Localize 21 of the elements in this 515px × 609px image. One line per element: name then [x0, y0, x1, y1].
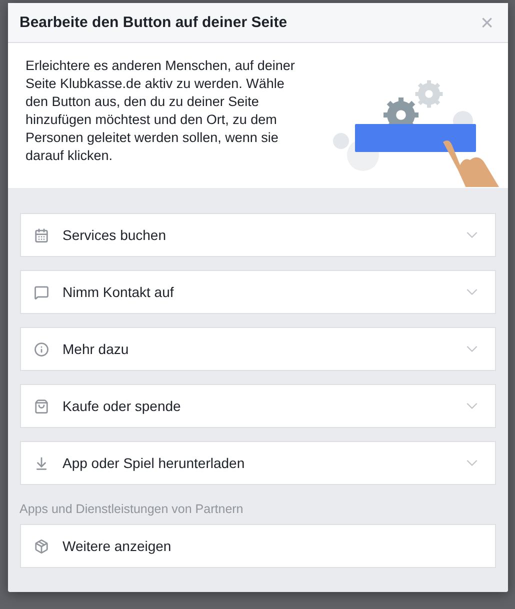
chat-icon: [34, 284, 48, 300]
intro-text: Erleichtere es anderen Menschen, auf deiner Seite Klubkasse.de aktiv zu werden. Wähle den Button aus, den du zu deiner Seite hinzufügen möchtest und den Ort, zu dem Personen geleitet werden sollen, wenn sie darauf klicken.: [26, 57, 296, 165]
option-label: Mehr dazu: [62, 341, 130, 357]
option-row[interactable]: App oder Spiel herunterladen: [20, 441, 496, 485]
info-icon: [34, 342, 48, 356]
option-label: Weitere anzeigen: [62, 538, 172, 554]
option-label: Kaufe oder spende: [62, 398, 182, 414]
section-heading: Apps und Dienstleistungen von Partnern: [20, 502, 244, 516]
option-label: Services buchen: [62, 227, 168, 243]
option-label: Nimm Kontakt auf: [62, 284, 175, 300]
dialog-title: Bearbeite den Button auf deiner Seite: [20, 14, 288, 31]
option-label: App oder Spiel herunterladen: [62, 455, 246, 471]
cube-icon: [34, 538, 48, 554]
calendar-icon: [34, 228, 48, 242]
bag-icon: [34, 398, 48, 414]
option-row[interactable]: Mehr dazu: [20, 327, 496, 371]
option-row[interactable]: Nimm Kontakt auf: [20, 270, 496, 314]
option-row[interactable]: Kaufe oder spende: [20, 384, 496, 428]
option-row[interactable]: Services buchen: [20, 213, 496, 257]
download-icon: [34, 456, 48, 470]
option-row[interactable]: Weitere anzeigen: [20, 524, 496, 568]
